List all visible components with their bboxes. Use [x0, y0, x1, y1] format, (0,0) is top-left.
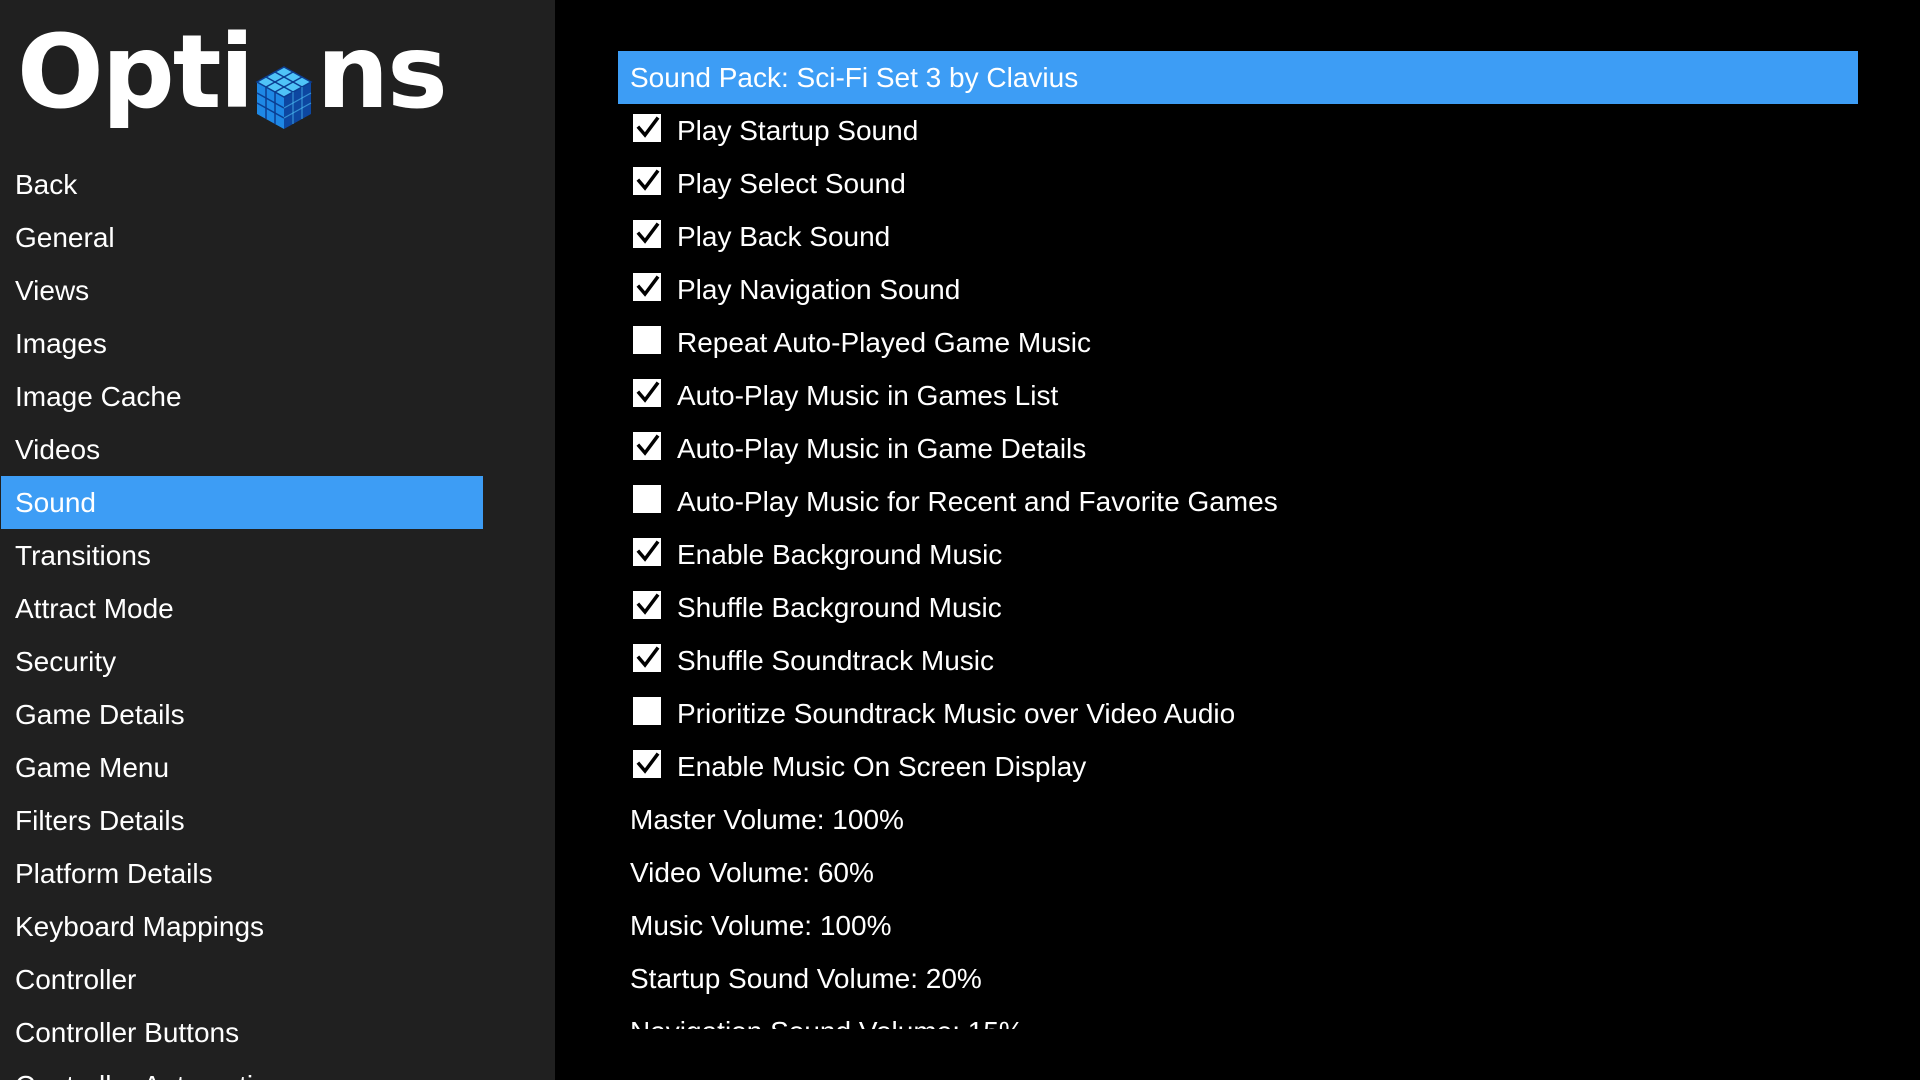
- option-label: Play Navigation Sound: [677, 273, 961, 305]
- option-label: Auto-Play Music for Recent and Favorite …: [677, 485, 1278, 517]
- option-play-back-sound[interactable]: Play Back Sound: [618, 210, 1858, 263]
- checkmark-icon: [636, 434, 660, 456]
- option-label: Enable Background Music: [677, 538, 1003, 570]
- checkbox-checked[interactable]: [633, 590, 661, 619]
- volume-options: Master Volume: 100% Video Volume: 60% Musi…: [618, 793, 1858, 1030]
- sidebar-item-platform-details[interactable]: Platform Details: [1, 847, 483, 900]
- sidebar-item-attract-mode[interactable]: Attract Mode: [1, 582, 483, 635]
- sound-pack-label: Sound Pack: Sci-Fi Set 3 by Clavius: [630, 61, 1079, 93]
- option-video-volume[interactable]: Video Volume: 60%: [618, 846, 1858, 899]
- sidebar-item-general[interactable]: General: [1, 211, 483, 264]
- sidebar-menu: Back General Views Images Image Cache Videos S…: [0, 158, 555, 1080]
- checkbox-checked[interactable]: [633, 749, 661, 778]
- sidebar-item-game-menu[interactable]: Game Menu: [1, 741, 483, 794]
- checkmark-icon: [636, 275, 660, 297]
- option-label: Repeat Auto-Played Game Music: [677, 326, 1091, 358]
- option-label: Auto-Play Music in Games List: [677, 379, 1059, 411]
- sidebar-item-images[interactable]: Images: [1, 317, 483, 370]
- option-value-label: Navigation Sound Volume: 15%: [630, 1016, 1024, 1030]
- option-enable-background-music[interactable]: Enable Background Music: [618, 528, 1858, 581]
- sidebar-item-keyboard-mappings[interactable]: Keyboard Mappings: [1, 900, 483, 953]
- option-music-volume[interactable]: Music Volume: 100%: [618, 899, 1858, 952]
- option-navigation-sound-volume[interactable]: Navigation Sound Volume: 15%: [618, 1005, 1858, 1030]
- sidebar-item-controller-automation[interactable]: Controller Automation: [1, 1059, 483, 1080]
- checkbox-checked[interactable]: [633, 378, 661, 407]
- checkmark-icon: [636, 381, 660, 403]
- page-title: Opti ns: [17, 8, 448, 138]
- checkmark-icon: [636, 593, 660, 615]
- sidebar-item-image-cache[interactable]: Image Cache: [1, 370, 483, 423]
- checkbox-checked[interactable]: [633, 431, 661, 460]
- option-label: Shuffle Background Music: [677, 591, 1002, 623]
- option-label: Auto-Play Music in Game Details: [677, 432, 1087, 464]
- settings-panel: Sound Pack: Sci-Fi Set 3 by Clavius Play…: [555, 0, 1920, 1080]
- checkbox-checked[interactable]: [633, 219, 661, 248]
- checkbox-checked[interactable]: [633, 113, 661, 142]
- sidebar-item-views[interactable]: Views: [1, 264, 483, 317]
- checkmark-icon: [636, 540, 660, 562]
- sidebar-item-back[interactable]: Back: [1, 158, 483, 211]
- sidebar: Opti ns Back General Views Images Image …: [0, 0, 555, 1080]
- sidebar-item-videos[interactable]: Videos: [1, 423, 483, 476]
- option-auto-play-music-in-games-list[interactable]: Auto-Play Music in Games List: [618, 369, 1858, 422]
- checkmark-icon: [636, 116, 660, 138]
- option-enable-music-on-screen-display[interactable]: Enable Music On Screen Display: [618, 740, 1858, 793]
- option-play-select-sound[interactable]: Play Select Sound: [618, 157, 1858, 210]
- settings-list: Sound Pack: Sci-Fi Set 3 by Clavius Play…: [618, 51, 1858, 1029]
- sidebar-item-security[interactable]: Security: [1, 635, 483, 688]
- option-label: Play Startup Sound: [677, 114, 919, 146]
- option-auto-play-music-in-game-details[interactable]: Auto-Play Music in Game Details: [618, 422, 1858, 475]
- checkmark-icon: [636, 169, 660, 191]
- checkbox-checked[interactable]: [633, 166, 661, 195]
- option-label: Prioritize Soundtrack Music over Video A…: [677, 697, 1236, 729]
- sidebar-item-filters-details[interactable]: Filters Details: [1, 794, 483, 847]
- option-startup-sound-volume[interactable]: Startup Sound Volume: 20%: [618, 952, 1858, 1005]
- sidebar-item-game-details[interactable]: Game Details: [1, 688, 483, 741]
- sidebar-item-transitions[interactable]: Transitions: [1, 529, 483, 582]
- checkbox-unchecked[interactable]: [633, 325, 661, 354]
- checkbox-checked[interactable]: [633, 272, 661, 301]
- checkmark-icon: [636, 222, 660, 244]
- sidebar-item-sound[interactable]: Sound: [1, 476, 483, 529]
- option-auto-play-music-for-recent-and-favorite-games[interactable]: Auto-Play Music for Recent and Favorite …: [618, 475, 1858, 528]
- page-title-suffix: ns: [316, 13, 447, 132]
- option-repeat-auto-played-game-music[interactable]: Repeat Auto-Played Game Music: [618, 316, 1858, 369]
- checkbox-unchecked[interactable]: [633, 484, 661, 513]
- page-title-prefix: Opti: [17, 13, 254, 132]
- option-value-label: Music Volume: 100%: [630, 909, 892, 941]
- option-label: Play Select Sound: [677, 167, 906, 199]
- sidebar-item-controller[interactable]: Controller: [1, 953, 483, 1006]
- option-shuffle-soundtrack-music[interactable]: Shuffle Soundtrack Music: [618, 634, 1858, 687]
- option-master-volume[interactable]: Master Volume: 100%: [618, 793, 1858, 846]
- sidebar-item-controller-buttons[interactable]: Controller Buttons: [1, 1006, 483, 1059]
- options-screen: Opti ns Back General Views Images Image …: [0, 0, 1920, 1080]
- checkbox-checked[interactable]: [633, 537, 661, 566]
- checkmark-icon: [636, 646, 660, 668]
- option-value-label: Startup Sound Volume: 20%: [630, 962, 982, 994]
- checkbox-unchecked[interactable]: [633, 696, 661, 725]
- checkbox-options: Play Startup Sound Play Select Sound Play …: [618, 104, 1858, 793]
- option-shuffle-background-music[interactable]: Shuffle Background Music: [618, 581, 1858, 634]
- cube-logo-icon: [254, 46, 314, 129]
- checkmark-icon: [636, 752, 660, 774]
- option-label: Enable Music On Screen Display: [677, 750, 1087, 782]
- option-value-label: Master Volume: 100%: [630, 803, 904, 835]
- option-value-label: Video Volume: 60%: [630, 856, 874, 888]
- option-label: Shuffle Soundtrack Music: [677, 644, 994, 676]
- sound-pack-selector[interactable]: Sound Pack: Sci-Fi Set 3 by Clavius: [618, 51, 1858, 104]
- checkbox-checked[interactable]: [633, 643, 661, 672]
- option-play-startup-sound[interactable]: Play Startup Sound: [618, 104, 1858, 157]
- option-play-navigation-sound[interactable]: Play Navigation Sound: [618, 263, 1858, 316]
- option-prioritize-soundtrack-music-over-video-audio[interactable]: Prioritize Soundtrack Music over Video A…: [618, 687, 1858, 740]
- option-label: Play Back Sound: [677, 220, 891, 252]
